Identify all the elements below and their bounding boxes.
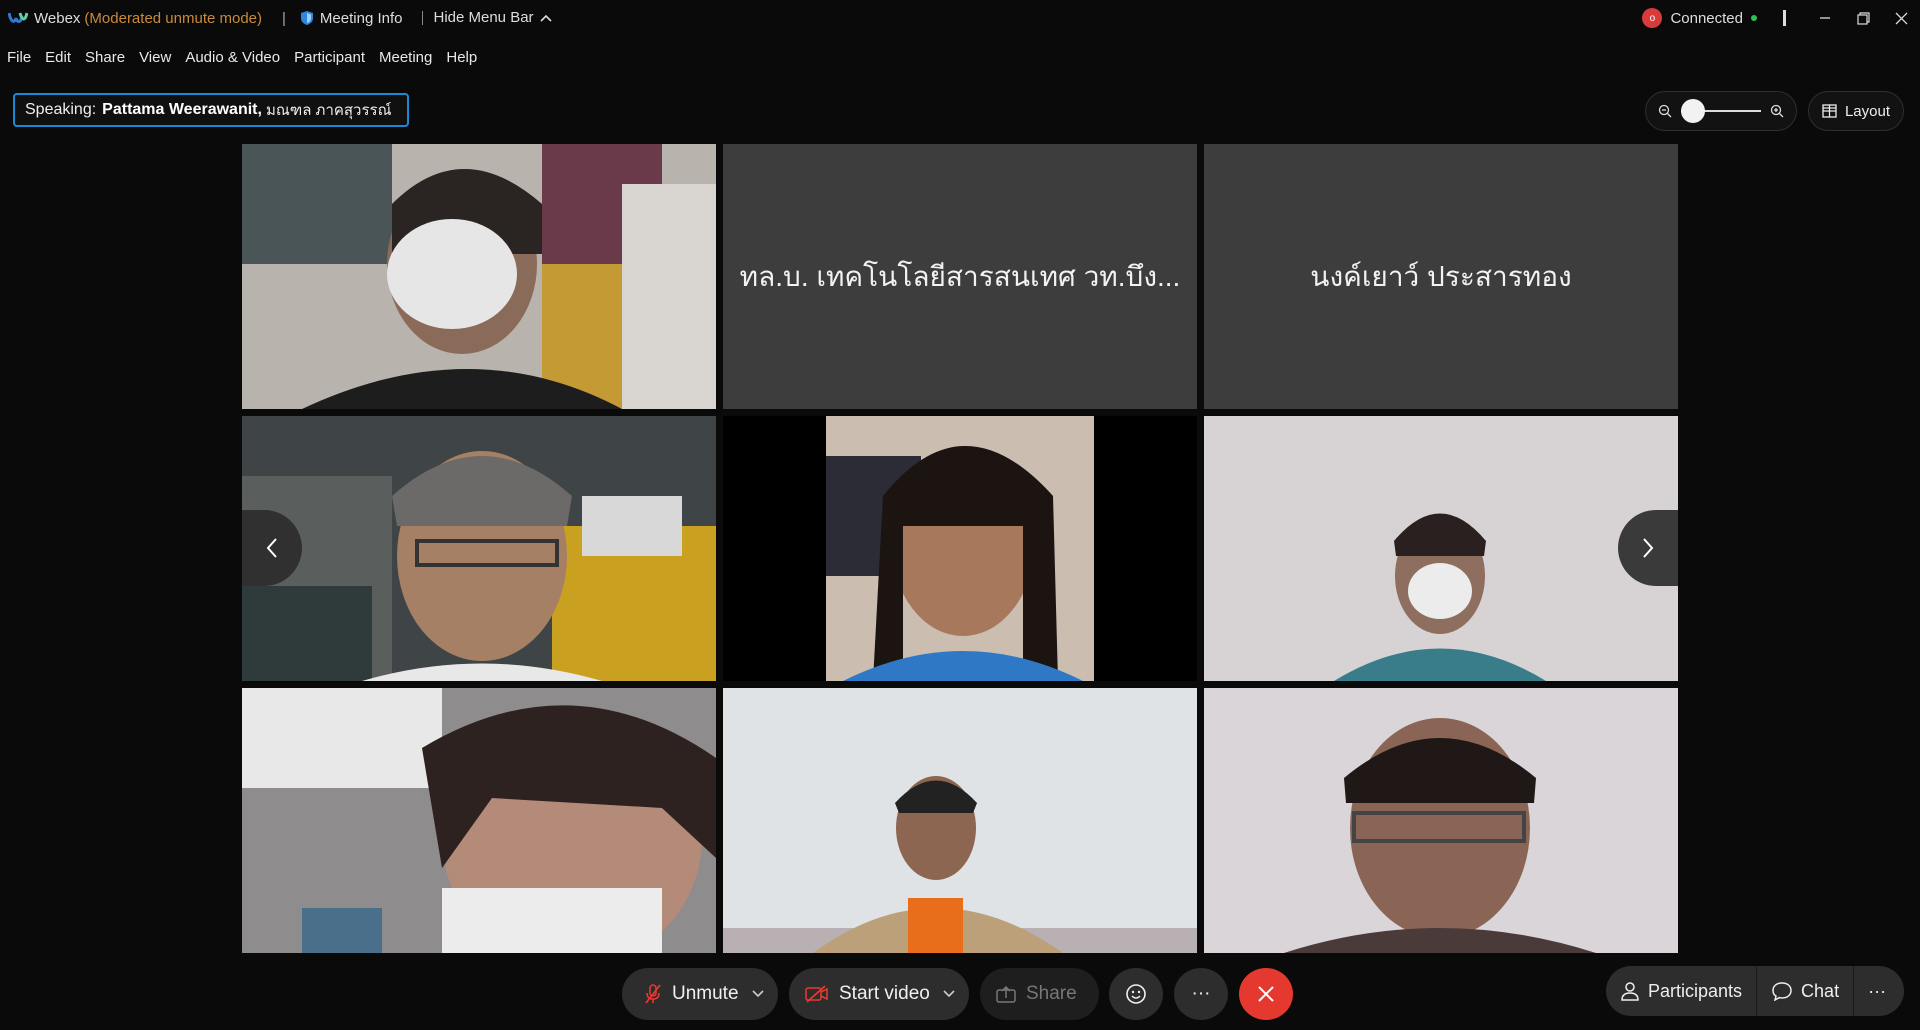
share-label: Share bbox=[1026, 983, 1077, 1004]
layout-button[interactable]: Layout bbox=[1808, 91, 1904, 131]
menu-view[interactable]: View bbox=[139, 49, 171, 66]
participant-name: ทล.บ. เทคโนโลยีสารสนเทศ วท.บึง... bbox=[739, 260, 1181, 292]
participant-video bbox=[242, 416, 716, 681]
speaking-label: Speaking: bbox=[25, 101, 97, 118]
minimize-icon bbox=[1820, 17, 1830, 19]
zoom-slider[interactable] bbox=[1681, 99, 1761, 123]
participant-video bbox=[242, 144, 716, 409]
chevron-right-icon bbox=[1643, 538, 1654, 558]
meeting-info-label: Meeting Info bbox=[319, 9, 403, 27]
menu-participant[interactable]: Participant bbox=[294, 49, 365, 66]
participants-label: Participants bbox=[1648, 980, 1743, 1001]
participants-button[interactable]: Participants bbox=[1606, 966, 1756, 1016]
more-options-button[interactable]: ··· bbox=[1174, 968, 1228, 1020]
video-tile[interactable] bbox=[242, 144, 716, 409]
restore-button[interactable] bbox=[1844, 0, 1882, 36]
participant-video bbox=[1204, 416, 1678, 681]
start-video-label: Start video bbox=[839, 983, 930, 1004]
chevron-left-icon bbox=[266, 538, 277, 558]
more-dots-icon: ··· bbox=[1191, 983, 1211, 1004]
title-separator: | bbox=[282, 9, 286, 27]
smiley-icon bbox=[1126, 984, 1146, 1004]
menu-edit[interactable]: Edit bbox=[45, 49, 71, 66]
close-icon bbox=[1258, 986, 1274, 1002]
active-speaker-indicator: Speaking: Pattama Weerawanit, มณฑล ภาคสุ… bbox=[13, 93, 409, 127]
menu-share[interactable]: Share bbox=[85, 49, 125, 66]
speaker-name: Pattama Weerawanit, bbox=[102, 101, 262, 118]
video-tile[interactable] bbox=[242, 688, 716, 953]
chevron-up-icon bbox=[539, 14, 552, 22]
participant-video bbox=[723, 416, 1197, 681]
video-tile[interactable] bbox=[1204, 688, 1678, 953]
unmute-button[interactable]: Unmute bbox=[622, 968, 778, 1020]
zoom-slider-handle[interactable] bbox=[1681, 99, 1705, 123]
chat-bubble-icon bbox=[1772, 982, 1792, 1001]
zoom-out-icon[interactable] bbox=[1658, 104, 1672, 118]
chevron-down-icon[interactable] bbox=[943, 990, 955, 998]
more-dots-icon: ··· bbox=[1868, 980, 1887, 1001]
hide-menu-label: Hide Menu Bar bbox=[433, 9, 534, 26]
connection-status[interactable]: Connected bbox=[1670, 10, 1743, 27]
connected-indicator-icon bbox=[1751, 15, 1757, 21]
participant-video bbox=[1204, 688, 1678, 953]
video-grid: ทล.บ. เทคโนโลยีสารสนเทศ วท.บึง... นงค์เย… bbox=[242, 144, 1678, 954]
speaker-org: มณฑล ภาคสุวรรณ์ bbox=[265, 102, 392, 119]
menu-meeting[interactable]: Meeting bbox=[379, 49, 432, 66]
divider bbox=[1783, 10, 1786, 26]
minimize-button[interactable] bbox=[1806, 0, 1844, 36]
menu-file[interactable]: File bbox=[7, 49, 31, 66]
video-off-icon bbox=[805, 985, 828, 1003]
layout-grid-icon bbox=[1822, 104, 1837, 118]
restore-icon bbox=[1856, 11, 1870, 25]
webex-logo-icon bbox=[8, 10, 28, 26]
close-window-button[interactable] bbox=[1882, 0, 1920, 36]
video-tile-name-only[interactable]: ทล.บ. เทคโนโลยีสารสนเทศ วท.บึง... bbox=[723, 144, 1197, 409]
leave-meeting-button[interactable] bbox=[1239, 968, 1293, 1020]
share-icon bbox=[996, 985, 1016, 1003]
title-bar: Webex (Moderated unmute mode) | Meeting … bbox=[0, 0, 1920, 36]
chat-button[interactable]: Chat bbox=[1757, 966, 1853, 1016]
person-icon bbox=[1621, 982, 1639, 1001]
connection-icon[interactable]: o bbox=[1642, 8, 1663, 28]
video-tile[interactable] bbox=[723, 688, 1197, 953]
more-panels-button[interactable]: ··· bbox=[1854, 966, 1900, 1016]
layout-label: Layout bbox=[1844, 102, 1891, 120]
video-tile[interactable] bbox=[723, 416, 1197, 681]
app-name: Webex bbox=[34, 9, 81, 27]
participant-video bbox=[242, 688, 716, 953]
zoom-in-icon[interactable] bbox=[1770, 104, 1784, 118]
share-button[interactable]: Share bbox=[980, 968, 1099, 1020]
zoom-control bbox=[1645, 91, 1797, 131]
start-video-button[interactable]: Start video bbox=[789, 968, 969, 1020]
reactions-button[interactable] bbox=[1109, 968, 1163, 1020]
video-tile[interactable] bbox=[1204, 416, 1678, 681]
shield-icon bbox=[300, 11, 313, 25]
unmute-label: Unmute bbox=[672, 983, 739, 1004]
participant-name: นงค์เยาว์ ประสารทอง bbox=[1310, 260, 1572, 292]
mic-muted-icon bbox=[645, 984, 661, 1004]
menu-bar: File Edit Share View Audio & Video Parti… bbox=[0, 44, 491, 70]
participant-video bbox=[723, 688, 1197, 953]
chat-label: Chat bbox=[1801, 980, 1840, 1001]
menu-audio-video[interactable]: Audio & Video bbox=[185, 49, 280, 66]
video-tile[interactable] bbox=[242, 416, 716, 681]
meeting-mode: (Moderated unmute mode) bbox=[84, 9, 263, 27]
hide-menu-bar-button[interactable]: Hide Menu Bar bbox=[422, 9, 552, 26]
close-icon bbox=[1895, 12, 1907, 24]
video-tile-name-only[interactable]: นงค์เยาว์ ประสารทอง bbox=[1204, 144, 1678, 409]
chevron-down-icon[interactable] bbox=[752, 990, 764, 998]
meeting-info-button[interactable]: Meeting Info bbox=[300, 9, 403, 27]
menu-help[interactable]: Help bbox=[446, 49, 477, 66]
panel-buttons: Participants Chat ··· bbox=[1606, 966, 1904, 1016]
